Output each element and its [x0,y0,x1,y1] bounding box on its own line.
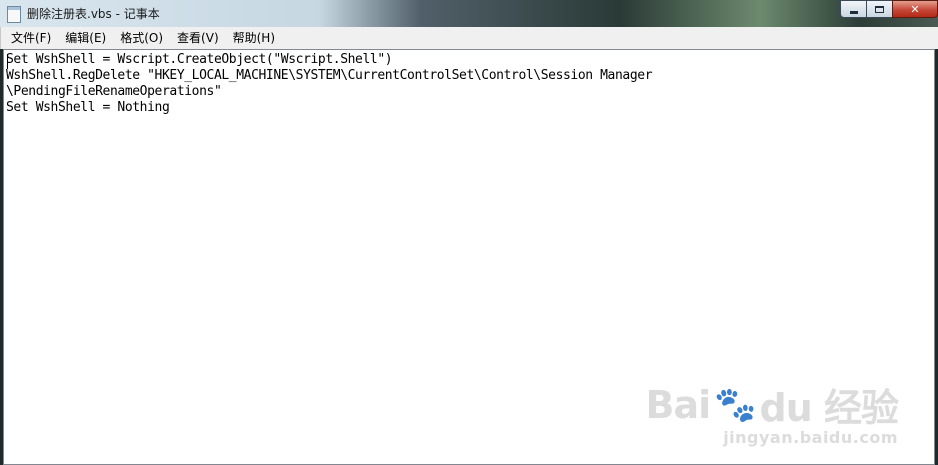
menu-bar: 文件(F) 编辑(E) 格式(O) 查看(V) 帮助(H) [0,27,938,49]
watermark-logo: Bai 🐾 du 经验 [645,377,899,432]
window-controls: ✕ [840,0,938,20]
menu-file[interactable]: 文件(F) [4,28,58,48]
maximize-button[interactable] [866,0,893,18]
code-line: WshShell.RegDelete "HKEY_LOCAL_MACHINE\S… [6,68,653,83]
code-line: Set WshShell = Wscript.CreateObject("Wsc… [6,52,393,67]
menu-help[interactable]: 帮助(H) [226,28,282,48]
watermark-logo-right: du 经验 [759,386,899,430]
minimize-button[interactable] [840,0,867,18]
menu-view[interactable]: 查看(V) [170,28,226,48]
menu-edit[interactable]: 编辑(E) [58,28,113,48]
editor-content[interactable]: Set WshShell = Wscript.CreateObject("Wsc… [4,50,934,116]
title-bar[interactable]: 删除注册表.vbs - 记事本 ✕ [0,0,938,27]
code-line: \PendingFileRenameOperations" [6,84,222,99]
close-icon: ✕ [910,2,920,16]
menu-format[interactable]: 格式(O) [113,28,170,48]
window-title: 删除注册表.vbs - 记事本 [27,7,160,21]
text-caret [7,54,8,69]
notepad-icon [7,6,21,23]
watermark-site: jingyan.baidu.com [723,428,898,447]
close-button[interactable]: ✕ [892,0,938,18]
baidu-watermark: Bai 🐾 du 经验 jingyan.baidu.com [645,377,899,448]
paw-icon: 🐾 [714,384,756,425]
watermark-logo-left: Bai [645,382,712,427]
minimize-icon [849,10,858,14]
maximize-icon [875,5,884,13]
code-line: Set WshShell = Nothing [6,100,170,115]
